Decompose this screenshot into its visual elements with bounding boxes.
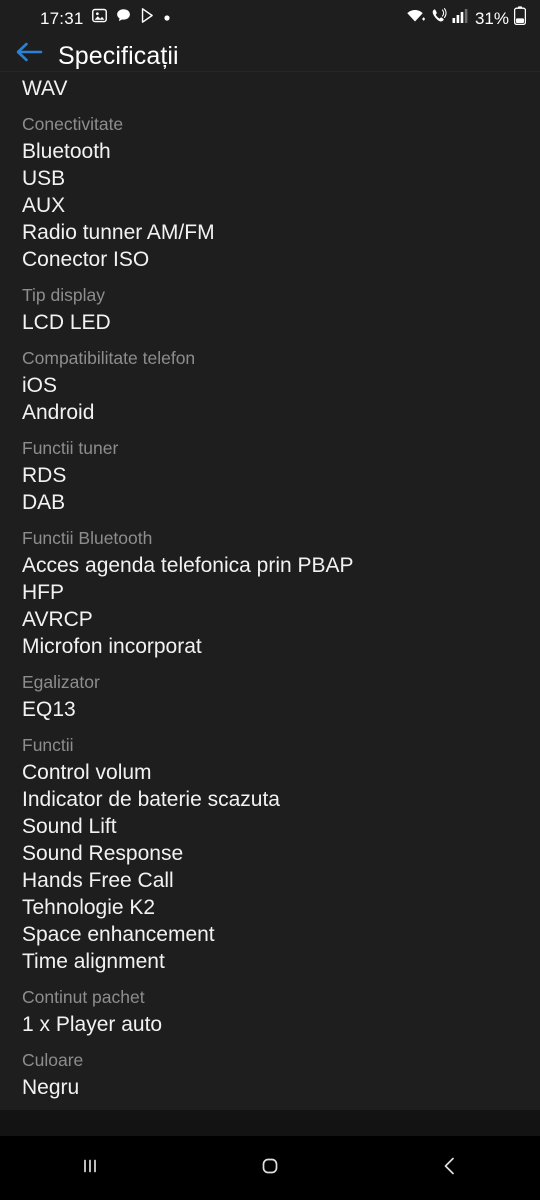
spec-item: Bluetooth xyxy=(22,140,111,163)
spec-item: iOS xyxy=(22,374,58,397)
spec-item: 1 x Player auto xyxy=(22,1013,163,1036)
system-back-button[interactable] xyxy=(405,1136,495,1200)
spec-item: AVRCP xyxy=(22,608,93,631)
spec-item: HFP xyxy=(22,581,64,604)
spec-group-header: Conectivitate xyxy=(22,114,124,134)
spec-item: LCD LED xyxy=(22,311,111,334)
spec-item: RDS xyxy=(22,464,67,487)
spec-item: Sound Lift xyxy=(22,815,117,838)
signal-bars-icon xyxy=(452,7,468,29)
spec-group: Egalizator EQ13 xyxy=(22,660,518,723)
phone-screen: 17:31 31% Specificații WAV Conectivitate… xyxy=(0,0,540,1200)
spec-item: Negru xyxy=(22,1076,80,1099)
home-icon xyxy=(257,1153,283,1184)
recents-icon xyxy=(77,1153,103,1184)
status-bar-right: 31% xyxy=(405,6,527,30)
status-bar: 17:31 31% xyxy=(0,0,540,36)
wifi-icon xyxy=(405,7,426,29)
dot-icon xyxy=(163,9,171,27)
spec-item: Radio tunner AM/FM xyxy=(22,221,215,244)
spec-group-header: Compatibilitate telefon xyxy=(22,348,196,368)
battery-icon xyxy=(513,6,527,30)
spec-group: Compatibilitate telefon iOS Android xyxy=(22,336,518,426)
gallery-icon xyxy=(91,7,108,29)
spec-item: AUX xyxy=(22,194,66,217)
chat-bubble-icon xyxy=(115,7,132,29)
spec-item: Time alignment xyxy=(22,950,165,973)
spec-item-partial: WAV xyxy=(22,77,68,100)
spec-item: Space enhancement xyxy=(22,923,215,946)
battery-percent-label: 31% xyxy=(474,8,509,28)
spec-item: Sound Response xyxy=(22,842,184,865)
spec-item: Conector ISO xyxy=(22,248,150,271)
spec-item: Hands Free Call xyxy=(22,869,174,892)
spec-group-header: Functii xyxy=(22,735,74,755)
spec-groups: Conectivitate Bluetooth USB AUX Radio tunner… xyxy=(22,102,518,1101)
spec-group-header: Tip display xyxy=(22,285,105,305)
spec-item: Android xyxy=(22,401,95,424)
spec-group: Tip display LCD LED xyxy=(22,273,518,336)
app-bar-separator xyxy=(0,71,540,72)
status-bar-left: 17:31 xyxy=(40,7,171,29)
spec-group-header: Functii tuner xyxy=(22,438,119,458)
status-time: 17:31 xyxy=(40,8,84,28)
spec-item: Control volum xyxy=(22,761,152,784)
spec-group-header: Culoare xyxy=(22,1050,84,1070)
page-title: Specificații xyxy=(58,41,179,70)
spec-group-header: Continut pachet xyxy=(22,987,145,1007)
spec-group: Functii Control volum Indicator de baterie… xyxy=(22,723,518,975)
back-arrow-icon xyxy=(14,40,44,69)
call-sound-icon xyxy=(430,7,447,29)
back-chevron-icon xyxy=(437,1153,463,1184)
spec-item: Tehnologie K2 xyxy=(22,896,156,919)
spec-item: Indicator de baterie scazuta xyxy=(22,788,280,811)
spec-item: Acces agenda telefonica prin PBAP xyxy=(22,554,354,577)
specifications-list[interactable]: WAV Conectivitate Bluetooth USB AUX Radio tu… xyxy=(0,72,540,1110)
spec-group: Culoare Negru xyxy=(22,1038,518,1101)
spec-group-header: Egalizator xyxy=(22,672,100,692)
spec-item: EQ13 xyxy=(22,698,76,721)
system-navigation-bar xyxy=(0,1136,540,1200)
spec-group: Continut pachet 1 x Player auto xyxy=(22,975,518,1038)
spec-item: DAB xyxy=(22,491,66,514)
spec-group: Conectivitate Bluetooth USB AUX Radio tunner… xyxy=(22,102,518,273)
home-button[interactable] xyxy=(225,1136,315,1200)
back-button[interactable] xyxy=(0,36,58,72)
spec-group: Functii Bluetooth Acces agenda telefonica… xyxy=(22,516,518,660)
app-bar: Specificații xyxy=(0,36,540,72)
spec-item: USB xyxy=(22,167,66,190)
recents-button[interactable] xyxy=(45,1136,135,1200)
spec-group: Functii tuner RDS DAB xyxy=(22,426,518,516)
bottom-gap-band xyxy=(0,1110,540,1136)
play-store-icon xyxy=(139,7,156,29)
spec-group-header: Functii Bluetooth xyxy=(22,528,153,548)
spec-item: Microfon incorporat xyxy=(22,635,202,658)
